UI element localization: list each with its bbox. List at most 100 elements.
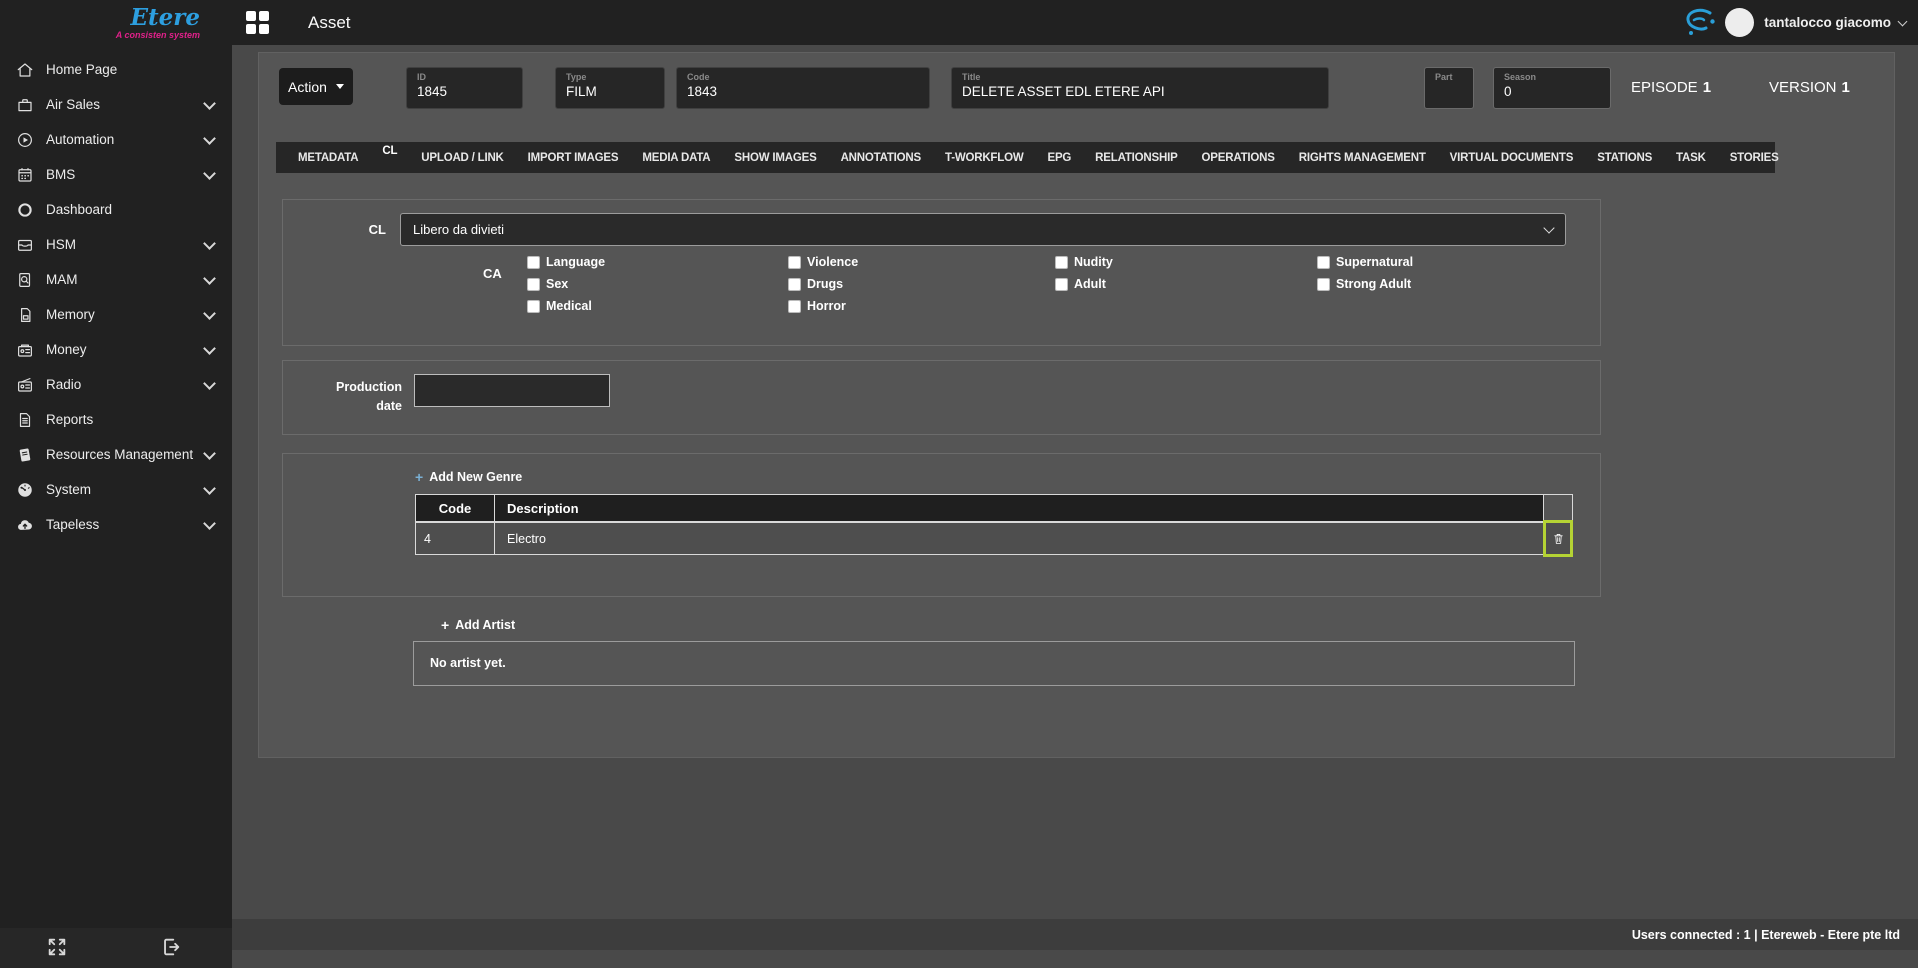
fullscreen-button[interactable] [46, 936, 68, 958]
genre-table: Code Description 4 Electro [415, 494, 1575, 559]
apps-grid-icon[interactable] [246, 11, 270, 35]
sidebar-item-hsm[interactable]: HSM [0, 227, 232, 262]
app-window: Etere A consisten system Home Page Air S… [0, 0, 1918, 968]
chevron-down-icon [1898, 16, 1908, 26]
checkbox-violence[interactable]: Violence [788, 255, 858, 269]
sidebar-item-radio[interactable]: Radio [0, 367, 232, 402]
sidebar-item-label: HSM [46, 237, 76, 252]
user-menu[interactable]: tantalocco giacomo [1764, 15, 1891, 30]
trash-icon [1552, 531, 1565, 546]
episode-value: 1 [1703, 79, 1711, 96]
tab-stories[interactable]: STORIES [1730, 152, 1779, 164]
artist-empty-text: No artist yet. [414, 642, 1574, 685]
memory-card-icon [14, 306, 36, 324]
tab-show-images[interactable]: SHOW IMAGES [734, 152, 816, 164]
add-artist-button[interactable]: + Add Artist [441, 618, 515, 632]
sidebar-item-dashboard[interactable]: Dashboard [0, 192, 232, 227]
sidebar-item-label: Radio [46, 377, 81, 392]
season-field[interactable]: Season 0 [1493, 67, 1611, 109]
chevron-down-icon [203, 517, 216, 530]
tab-cl[interactable]: CL [382, 145, 397, 157]
resources-icon [14, 446, 36, 464]
sidebar-nav: Home Page Air Sales Automation BMS Dashb… [0, 52, 232, 542]
sidebar-item-resources-management[interactable]: Resources Management [0, 437, 232, 472]
caret-down-icon [336, 84, 344, 89]
checkbox-medical[interactable]: Medical [527, 299, 592, 313]
checkbox-nudity[interactable]: Nudity [1055, 255, 1113, 269]
tab-rights-management[interactable]: RIGHTS MANAGEMENT [1299, 152, 1426, 164]
sidebar-item-reports[interactable]: Reports [0, 402, 232, 437]
sidebar-item-mam[interactable]: MAM [0, 262, 232, 297]
code-field[interactable]: Code 1843 [676, 67, 930, 109]
checkbox-icon [1055, 256, 1068, 269]
sidebar-item-memory[interactable]: Memory [0, 297, 232, 332]
title-field[interactable]: Title DELETE ASSET EDL ETERE API [951, 67, 1329, 109]
episode-indicator: EPISODE1 [1631, 79, 1711, 96]
checkbox-horror[interactable]: Horror [788, 299, 846, 313]
tab-annotations[interactable]: ANNOTATIONS [841, 152, 921, 164]
tab-virtual-documents[interactable]: VIRTUAL DOCUMENTS [1450, 152, 1574, 164]
checkbox-label: Violence [807, 255, 858, 269]
plus-icon: + [415, 470, 423, 484]
avatar[interactable] [1725, 8, 1754, 37]
tab-task[interactable]: TASK [1676, 152, 1706, 164]
tab-upload-link[interactable]: UPLOAD / LINK [421, 152, 503, 164]
checkbox-supernatural[interactable]: Supernatural [1317, 255, 1413, 269]
tab-relationship[interactable]: RELATIONSHIP [1095, 152, 1177, 164]
tab-import-images[interactable]: IMPORT IMAGES [528, 152, 619, 164]
delete-genre-button[interactable] [1543, 520, 1573, 557]
sidebar-item-system[interactable]: System [0, 472, 232, 507]
checkbox-label: Drugs [807, 277, 843, 291]
genre-col-actions [1543, 494, 1573, 522]
plus-icon: + [441, 618, 449, 632]
add-new-genre-button[interactable]: + Add New Genre [415, 470, 522, 484]
sidebar-item-money[interactable]: Money [0, 332, 232, 367]
chevron-down-icon [203, 307, 216, 320]
genre-row[interactable]: 4 Electro [415, 522, 1575, 559]
genre-section: + Add New Genre Code Description 4 Elect… [282, 453, 1601, 597]
sidebar-item-tapeless[interactable]: Tapeless [0, 507, 232, 542]
tab-operations[interactable]: OPERATIONS [1202, 152, 1275, 164]
checkbox-label: Sex [546, 277, 568, 291]
sidebar-item-air-sales[interactable]: Air Sales [0, 87, 232, 122]
id-field[interactable]: ID 1845 [406, 67, 523, 109]
chevron-down-icon [203, 237, 216, 250]
page-title: Asset [308, 13, 351, 33]
tab-stations[interactable]: STATIONS [1597, 152, 1652, 164]
etere-logo-icon [1679, 6, 1719, 40]
genre-col-code: Code [415, 494, 495, 522]
brand-name: Etere [130, 6, 200, 29]
status-bar: Users connected : 1 | Etereweb - Etere p… [232, 919, 1918, 950]
checkbox-sex[interactable]: Sex [527, 277, 568, 291]
checkbox-language[interactable]: Language [527, 255, 605, 269]
tab-metadata[interactable]: METADATA [298, 152, 358, 164]
tab-media-data[interactable]: MEDIA DATA [642, 152, 710, 164]
cl-select[interactable]: Libero da divieti [400, 213, 1566, 246]
checkbox-label: Language [546, 255, 605, 269]
checkbox-icon [788, 256, 801, 269]
checkbox-strong-adult[interactable]: Strong Adult [1317, 277, 1411, 291]
sidebar-item-label: Tapeless [46, 517, 99, 532]
sidebar-item-automation[interactable]: Automation [0, 122, 232, 157]
checkbox-label: Adult [1074, 277, 1106, 291]
sidebar-item-label: Reports [46, 412, 93, 427]
part-field[interactable]: Part [1424, 67, 1474, 109]
gauge-icon [14, 481, 36, 499]
checkbox-drugs[interactable]: Drugs [788, 277, 843, 291]
asset-panel: Action ID 1845 Type FILM Code 1843 [258, 52, 1895, 758]
sidebar-item-label: System [46, 482, 91, 497]
action-menu-button[interactable]: Action [279, 68, 353, 105]
tab-t-workflow[interactable]: T-WORKFLOW [945, 152, 1023, 164]
tab-epg[interactable]: EPG [1047, 152, 1071, 164]
logout-button[interactable] [160, 936, 182, 958]
checkbox-adult[interactable]: Adult [1055, 277, 1106, 291]
content-area: Action ID 1845 Type FILM Code 1843 [232, 45, 1918, 968]
sidebar: Etere A consisten system Home Page Air S… [0, 0, 232, 968]
type-field[interactable]: Type FILM [555, 67, 665, 109]
sidebar-item-bms[interactable]: BMS [0, 157, 232, 192]
sidebar-item-home-page[interactable]: Home Page [0, 52, 232, 87]
checkbox-label: Strong Adult [1336, 277, 1411, 291]
home-icon [14, 61, 36, 79]
production-date-input[interactable] [414, 374, 610, 407]
version-label: VERSION [1769, 79, 1837, 96]
